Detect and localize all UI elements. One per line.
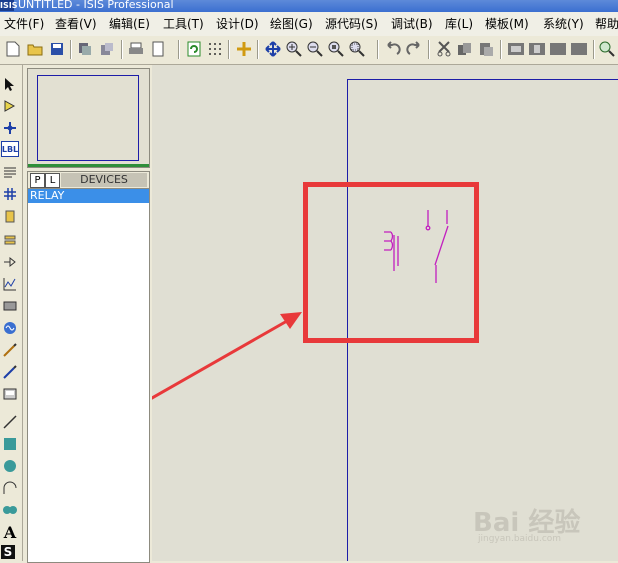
grid-icon[interactable] [206, 40, 224, 58]
block-rotate-icon[interactable] [549, 40, 567, 58]
zoom-area-icon[interactable] [348, 40, 366, 58]
zoom-in-icon[interactable] [285, 40, 303, 58]
pick-devices-button[interactable]: P [30, 173, 45, 188]
wire-label-icon[interactable]: LBL [1, 141, 19, 157]
copy-icon[interactable] [456, 40, 474, 58]
print-icon[interactable] [127, 40, 145, 58]
annotation-arrow [152, 312, 302, 400]
watermark-url: jingyan.baidu.com [478, 534, 562, 544]
menu-file[interactable]: 文件(F) [4, 16, 44, 32]
path-icon[interactable] [1, 501, 19, 519]
graph-icon[interactable] [1, 275, 19, 293]
toolbar [0, 36, 618, 65]
refresh-icon[interactable] [185, 40, 203, 58]
menu-help[interactable]: 帮助 [595, 16, 618, 32]
device-selector: P L DEVICES RELAY [27, 171, 150, 563]
page-setup-icon[interactable] [149, 40, 167, 58]
menu-debug[interactable]: 调试(B) [391, 16, 433, 32]
menu-tools[interactable]: 工具(T) [163, 16, 204, 32]
line-icon[interactable] [1, 413, 19, 431]
import-icon[interactable] [76, 40, 94, 58]
text-script-icon[interactable] [1, 163, 19, 181]
terminal-icon[interactable] [1, 231, 19, 249]
block-delete-icon[interactable] [570, 40, 588, 58]
menu-graph[interactable]: 绘图(G) [270, 16, 313, 32]
current-probe-icon[interactable] [1, 363, 19, 381]
bus-icon[interactable] [1, 185, 19, 203]
component-icon[interactable] [1, 97, 19, 115]
menu-system[interactable]: 系统(Y) [543, 16, 584, 32]
zoom-out-icon[interactable] [306, 40, 324, 58]
symbol-icon[interactable]: S [1, 545, 15, 559]
origin-icon[interactable] [235, 40, 253, 58]
menu-library[interactable]: 库(L) [445, 16, 473, 32]
selection-icon[interactable] [1, 75, 19, 93]
editing-canvas[interactable]: Bai 经验 jingyan.baidu.com [152, 65, 618, 561]
overview-sheet [37, 75, 139, 161]
circle-icon[interactable] [1, 457, 19, 475]
device-list-item[interactable]: RELAY [28, 189, 149, 203]
device-pin-icon[interactable] [1, 253, 19, 271]
arc-icon[interactable] [1, 479, 19, 497]
open-folder-icon[interactable] [26, 40, 44, 58]
paste-icon[interactable] [477, 40, 495, 58]
device-selector-header: P L DEVICES [28, 172, 149, 189]
zoom-all-icon[interactable] [327, 40, 345, 58]
block-move-icon[interactable] [528, 40, 546, 58]
pan-icon[interactable] [264, 40, 282, 58]
pick-device-icon[interactable] [598, 40, 616, 58]
device-selector-title: DEVICES [61, 173, 147, 187]
text-icon[interactable]: A [1, 523, 19, 542]
menu-source[interactable]: 源代码(S) [325, 16, 378, 32]
window-title: UNTITLED - ISIS Professional [18, 0, 174, 11]
tape-recorder-icon[interactable] [1, 297, 19, 315]
cut-icon[interactable] [435, 40, 453, 58]
box-icon[interactable] [1, 435, 19, 453]
mode-toolbar: LBL A S [0, 65, 23, 561]
redo-icon[interactable] [405, 40, 423, 58]
export-icon[interactable] [98, 40, 116, 58]
library-manager-button[interactable]: L [45, 173, 60, 188]
virtual-instrument-icon[interactable] [1, 385, 19, 403]
overview-indicator [28, 164, 149, 167]
menu-view[interactable]: 查看(V) [55, 16, 97, 32]
menu-edit[interactable]: 编辑(E) [109, 16, 150, 32]
menu-template[interactable]: 模板(M) [485, 16, 529, 32]
voltage-probe-icon[interactable] [1, 341, 19, 359]
menu-bar: 文件(F) 查看(V) 编辑(E) 工具(T) 设计(D) 绘图(G) 源代码(… [0, 12, 618, 37]
save-icon[interactable] [48, 40, 66, 58]
menu-design[interactable]: 设计(D) [216, 16, 259, 32]
undo-icon[interactable] [384, 40, 402, 58]
junction-icon[interactable] [1, 119, 19, 137]
new-file-icon[interactable] [4, 40, 22, 58]
app-icon: ISIS [0, 0, 18, 11]
subcircuit-icon[interactable] [1, 207, 19, 225]
block-copy-icon[interactable] [507, 40, 525, 58]
generator-icon[interactable] [1, 319, 19, 337]
title-bar: ISIS UNTITLED - ISIS Professional [0, 0, 618, 12]
overview-window[interactable] [27, 68, 150, 168]
